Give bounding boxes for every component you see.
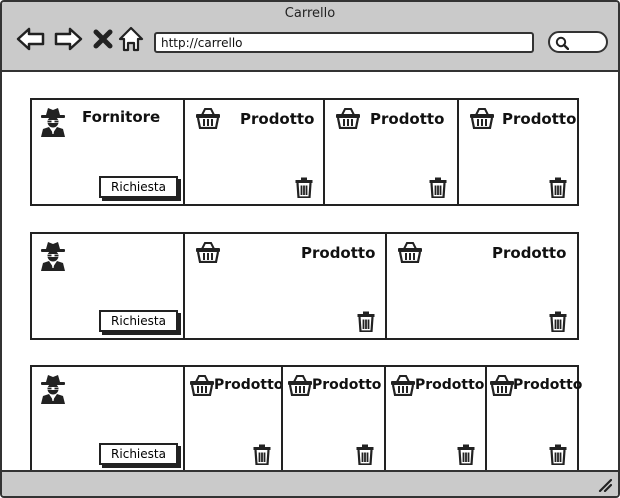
supplier-cell: Richiesta (32, 234, 183, 338)
product-label: Prodotto (312, 377, 382, 393)
resize-grip-icon[interactable] (598, 478, 612, 492)
product-label: Prodotto (240, 110, 315, 128)
product-label: Prodotto (492, 244, 567, 262)
product-label: Prodotto (513, 377, 583, 393)
trash-icon[interactable] (429, 177, 447, 198)
product-cell: Prodotto (281, 367, 384, 471)
status-bar (2, 470, 618, 496)
product-label: Prodotto (502, 110, 577, 128)
trash-icon[interactable] (457, 444, 475, 465)
basket-icon (190, 375, 214, 396)
basket-icon (336, 108, 360, 129)
trash-icon[interactable] (295, 177, 313, 198)
product-label: Prodotto (415, 377, 485, 393)
basket-icon (288, 375, 312, 396)
product-cell: Prodotto (183, 234, 385, 338)
supplier-row: Richiesta Prodotto Prodotto Prodotto Pro… (30, 365, 582, 473)
supplier-row: Fornitore Richiesta Prodotto Prodotto Pr… (30, 98, 579, 206)
cart-content: Fornitore Richiesta Prodotto Prodotto Pr… (2, 72, 618, 473)
back-icon[interactable] (16, 24, 46, 54)
product-label: Prodotto (370, 110, 445, 128)
spy-user-icon (41, 242, 65, 271)
home-icon[interactable] (116, 24, 146, 54)
product-cell: Prodotto (323, 100, 457, 204)
trash-icon[interactable] (356, 444, 374, 465)
trash-icon[interactable] (549, 177, 567, 198)
basket-icon (398, 242, 422, 263)
product-cell: Prodotto (183, 367, 284, 471)
basket-icon (391, 375, 415, 396)
forward-icon[interactable] (53, 24, 83, 54)
product-label: Prodotto (214, 377, 284, 393)
product-cell: Prodotto (457, 100, 577, 204)
search-icon (555, 36, 569, 50)
basket-icon (490, 375, 514, 396)
address-bar[interactable]: http://carrello (154, 32, 534, 53)
browser-toolbar: Carrello http://carrello (2, 2, 618, 72)
supplier-label: Fornitore (82, 108, 161, 126)
spy-user-icon (41, 108, 65, 137)
trash-icon[interactable] (357, 311, 375, 332)
product-cell: Prodotto (485, 367, 582, 471)
supplier-cell: Richiesta (32, 367, 183, 471)
product-cell: Prodotto (384, 367, 485, 471)
browser-window: Carrello http://carrello Fornitore Richi… (0, 0, 620, 498)
product-label: Prodotto (301, 244, 376, 262)
request-button[interactable]: Richiesta (99, 443, 178, 465)
product-cell: Prodotto (183, 100, 323, 204)
supplier-row: Richiesta Prodotto Prodotto (30, 232, 579, 340)
trash-icon[interactable] (253, 444, 271, 465)
basket-icon (196, 108, 220, 129)
search-field[interactable] (548, 31, 608, 53)
request-button[interactable]: Richiesta (99, 176, 178, 198)
trash-icon[interactable] (549, 444, 567, 465)
request-button[interactable]: Richiesta (99, 310, 178, 332)
supplier-cell: Fornitore Richiesta (32, 100, 183, 204)
spy-user-icon (41, 375, 65, 404)
basket-icon (196, 242, 220, 263)
stop-icon[interactable] (88, 24, 118, 54)
window-title: Carrello (284, 6, 336, 21)
product-cell: Prodotto (385, 234, 577, 338)
trash-icon[interactable] (549, 311, 567, 332)
basket-icon (470, 108, 494, 129)
